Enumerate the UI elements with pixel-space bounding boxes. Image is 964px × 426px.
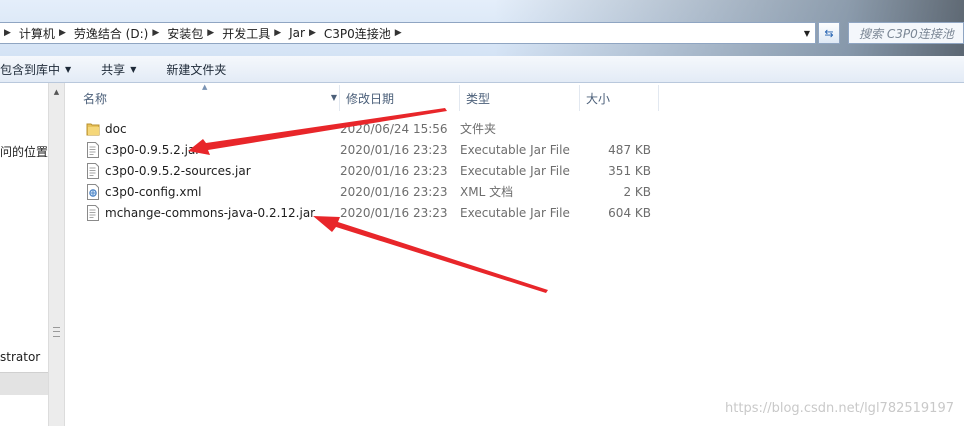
file-size: 351 KB — [608, 163, 651, 178]
file-size: 487 KB — [608, 142, 651, 157]
breadcrumb-item-computer[interactable]: 计算机 ▶ — [15, 23, 70, 43]
chevron-down-icon[interactable]: ▼ — [331, 93, 337, 102]
chevron-right-icon[interactable]: ▶ — [207, 28, 214, 38]
new-folder-button[interactable]: 新建文件夹 — [160, 56, 232, 83]
file-row[interactable]: doc 2020/06/24 15:56 文件夹 — [65, 118, 659, 139]
chevron-down-icon: ▼ — [130, 64, 137, 74]
file-date: 2020/01/16 23:23 — [340, 184, 448, 199]
file-date: 2020/01/16 23:23 — [340, 205, 448, 220]
file-row[interactable]: c3p0-0.9.5.2-sources.jar 2020/01/16 23:2… — [65, 160, 659, 181]
file-date: 2020/01/16 23:23 — [340, 142, 448, 157]
search-input[interactable]: 搜索 C3P0连接池 — [848, 22, 964, 44]
file-date: 2020/06/24 15:56 — [340, 121, 448, 136]
file-type: XML 文档 — [460, 185, 514, 199]
breadcrumb-item-jar[interactable]: Jar ▶ — [285, 23, 320, 43]
navigation-pane: 问的位置 strator — [0, 83, 48, 426]
file-list: ▲ 名称 ▼ 修改日期 类型 大小 doc 2020/06/24 15:56 文… — [65, 83, 964, 426]
file-row[interactable]: c3p0-0.9.5.2.jar 2020/01/16 23:23 Execut… — [65, 139, 659, 160]
file-name: c3p0-config.xml — [105, 184, 202, 199]
file-name: c3p0-0.9.5.2-sources.jar — [105, 163, 251, 178]
navigation-scrollbar[interactable]: ▲ — [48, 83, 65, 426]
file-date: 2020/01/16 23:23 — [340, 163, 448, 178]
breadcrumb[interactable]: ▶ 计算机 ▶ 劳逸结合 (D:) ▶ 安装包 ▶ 开发工具 ▶ Jar ▶ C3P0连接… — [0, 22, 816, 44]
file-name: mchange-commons-java-0.2.12.jar — [105, 205, 316, 220]
column-header-date[interactable]: 修改日期 — [340, 85, 460, 111]
address-bar-row: ▶ 计算机 ▶ 劳逸结合 (D:) ▶ 安装包 ▶ 开发工具 ▶ Jar ▶ C3P0连接… — [0, 0, 964, 56]
chevron-right-icon[interactable]: ▶ — [59, 28, 66, 38]
column-header-type[interactable]: 类型 — [460, 85, 580, 111]
nav-item-user[interactable]: strator — [0, 350, 40, 364]
share-button[interactable]: 共享 ▼ — [95, 56, 142, 83]
jar-file-icon — [87, 141, 99, 158]
file-type: 文件夹 — [460, 122, 497, 136]
breadcrumb-item-drive[interactable]: 劳逸结合 (D:) ▶ — [70, 23, 163, 43]
chevron-right-icon[interactable]: ▶ — [395, 28, 402, 38]
command-bar: 包含到库中 ▼ 共享 ▼ 新建文件夹 — [0, 56, 964, 83]
breadcrumb-item-installers[interactable]: 安装包 ▶ — [163, 23, 218, 43]
column-header-size[interactable]: 大小 — [580, 85, 659, 111]
chevron-right-icon[interactable]: ▶ — [309, 28, 316, 38]
breadcrumb-item-c3p0[interactable]: C3P0连接池 ▶ — [320, 23, 406, 43]
file-name: doc — [105, 121, 127, 136]
include-in-library-button[interactable]: 包含到库中 ▼ — [0, 56, 77, 83]
chevron-down-icon: ▼ — [65, 64, 72, 74]
xml-file-icon — [87, 183, 99, 200]
folder-icon — [86, 123, 100, 135]
jar-file-icon — [87, 204, 99, 221]
scroll-up-icon[interactable]: ▲ — [49, 83, 64, 100]
refresh-button[interactable]: ⇆ — [818, 22, 840, 44]
column-header-row: ▲ 名称 ▼ 修改日期 类型 大小 — [65, 83, 659, 111]
file-type: Executable Jar File — [460, 142, 570, 157]
file-row[interactable]: mchange-commons-java-0.2.12.jar 2020/01/… — [65, 202, 659, 223]
nav-item-recent-places[interactable]: 问的位置 — [0, 143, 48, 160]
chevron-right-icon[interactable]: ▶ — [274, 28, 281, 38]
file-name: c3p0-0.9.5.2.jar — [105, 142, 201, 157]
watermark: https://blog.csdn.net/lgl782519197 — [725, 401, 954, 416]
column-header-name[interactable]: ▲ 名称 ▼ — [65, 83, 340, 111]
sort-ascending-icon: ▲ — [202, 83, 208, 91]
refresh-icon: ⇆ — [824, 26, 834, 40]
chevron-right-icon[interactable]: ▶ — [152, 28, 159, 38]
file-row[interactable]: c3p0-config.xml 2020/01/16 23:23 XML 文档 … — [65, 181, 659, 202]
breadcrumb-root-arrow[interactable]: ▶ — [0, 23, 15, 43]
file-type: Executable Jar File — [460, 205, 570, 220]
address-history-dropdown-icon[interactable]: ▼ — [799, 23, 815, 43]
nav-selected-item[interactable] — [0, 372, 48, 395]
file-size: 2 KB — [623, 184, 651, 199]
jar-file-icon — [87, 162, 99, 179]
scrollbar-grip[interactable] — [53, 327, 60, 337]
file-type: Executable Jar File — [460, 163, 570, 178]
breadcrumb-item-devtools[interactable]: 开发工具 ▶ — [218, 23, 285, 43]
file-size: 604 KB — [608, 205, 651, 220]
